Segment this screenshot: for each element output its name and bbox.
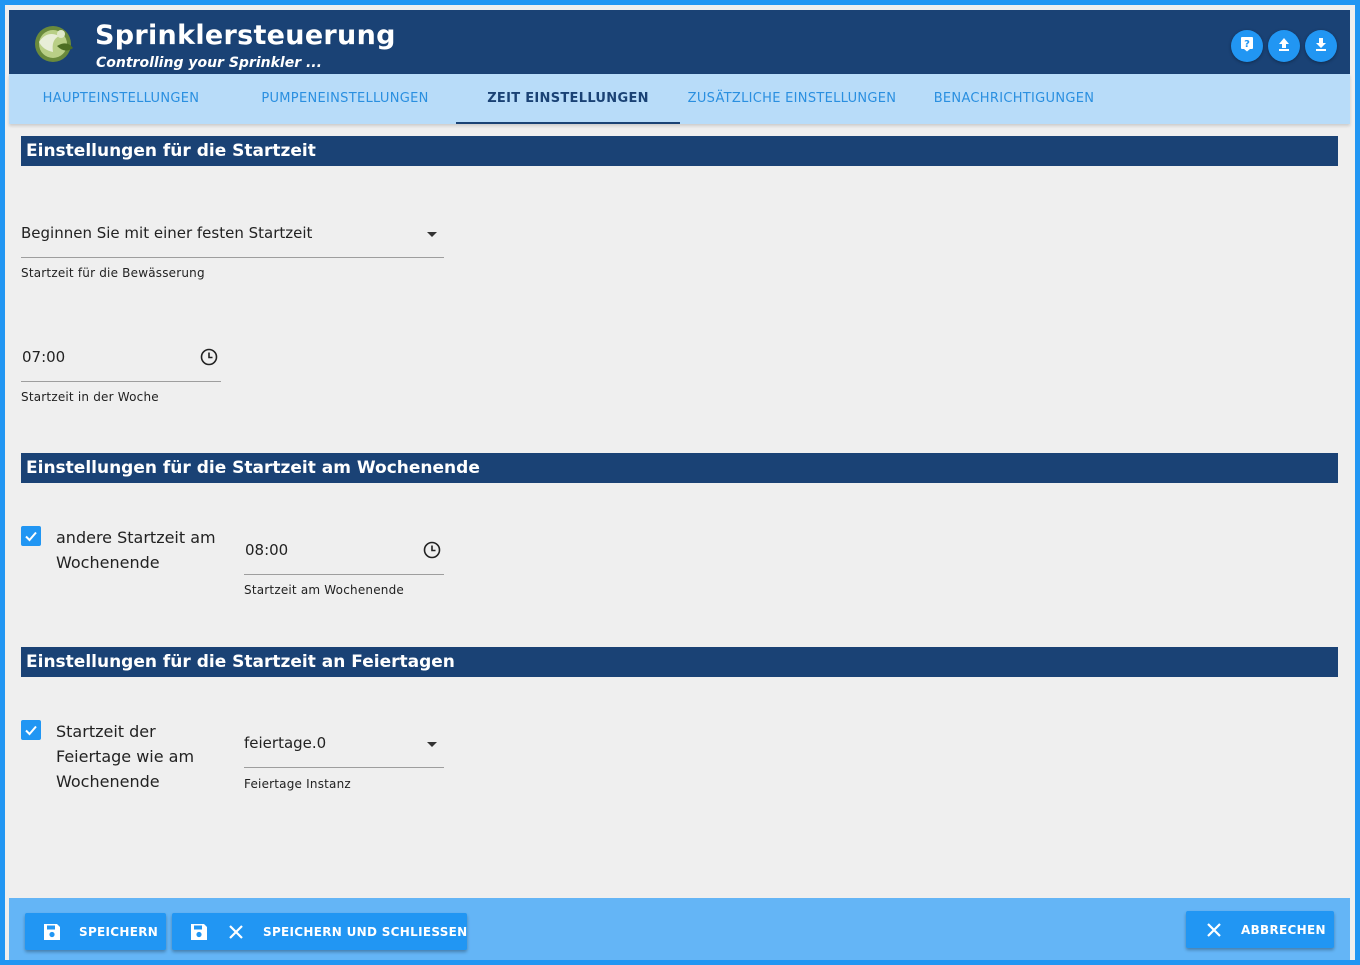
save-icon: [189, 922, 209, 942]
cancel-button[interactable]: ABBRECHEN: [1186, 911, 1334, 948]
tab-pump-settings[interactable]: PUMPENEINSTELLUNGEN: [233, 74, 457, 124]
download-button[interactable]: [1305, 30, 1337, 62]
tab-bar: HAUPTEINSTELLUNGEN PUMPENEINSTELLUNGEN Z…: [9, 74, 1350, 124]
week-start-time-helper: Startzeit in der Woche: [21, 390, 159, 404]
save-and-close-button[interactable]: SPEICHERN UND SCHLIESSEN: [172, 913, 467, 950]
section-title-holidays: Einstellungen für die Startzeit an Feier…: [21, 647, 1338, 677]
upload-button[interactable]: [1268, 30, 1300, 62]
save-button[interactable]: SPEICHERN: [25, 913, 166, 950]
holiday-checkbox-label-line1: Startzeit der: [56, 722, 156, 741]
upload-icon: [1276, 36, 1292, 56]
weekend-start-time-input[interactable]: 08:00: [244, 535, 444, 575]
svg-text:?: ?: [1244, 39, 1250, 50]
tab-time-settings[interactable]: ZEIT EINSTELLUNGEN: [456, 74, 680, 124]
close-icon: [227, 923, 245, 941]
holiday-instance-select[interactable]: feiertage.0: [244, 728, 444, 768]
weekend-checkbox-label-line2: Wochenende: [56, 553, 160, 572]
save-button-label: SPEICHERN: [79, 924, 159, 939]
holiday-instance-helper: Feiertage Instanz: [244, 777, 351, 791]
holiday-checkbox-label-line2: Feiertage wie am: [56, 747, 195, 766]
help-icon: ?: [1239, 36, 1255, 56]
tab-main-settings[interactable]: HAUPTEINSTELLUNGEN: [9, 74, 233, 124]
help-button[interactable]: ?: [1231, 30, 1263, 62]
chevron-down-icon: [427, 232, 437, 237]
checkmark-icon: [25, 531, 37, 542]
checkmark-icon: [25, 725, 37, 736]
section-title-start-time: Einstellungen für die Startzeit: [21, 136, 1338, 166]
chevron-down-icon: [427, 742, 437, 747]
close-icon: [1205, 921, 1223, 939]
holiday-like-weekend-checkbox[interactable]: [21, 720, 41, 740]
app-title: Sprinklersteuerung: [95, 20, 396, 51]
start-mode-select[interactable]: Beginnen Sie mit einer festen Startzeit: [21, 217, 444, 258]
save-icon: [42, 922, 62, 942]
cancel-button-label: ABBRECHEN: [1241, 922, 1326, 937]
tab-additional-settings[interactable]: ZUSÄTZLICHE EINSTELLUNGEN: [680, 74, 904, 124]
weekend-different-start-checkbox[interactable]: [21, 526, 41, 546]
start-mode-value: Beginnen Sie mit einer festen Startzeit: [21, 224, 313, 242]
footer-bar: SPEICHERN SPEICHERN UND SCHLIESSEN ABBRE…: [9, 898, 1350, 960]
clock-icon[interactable]: [200, 348, 218, 366]
week-start-time-value: 07:00: [22, 348, 66, 366]
weekend-checkbox-label[interactable]: andere Startzeit am Wochenende: [56, 525, 216, 575]
clock-icon[interactable]: [423, 541, 441, 559]
holiday-checkbox-label[interactable]: Startzeit der Feiertage wie am Wochenend…: [56, 719, 194, 794]
download-icon: [1313, 36, 1329, 56]
app-subtitle: Controlling your Sprinkler ...: [96, 55, 322, 71]
weekend-start-time-value: 08:00: [245, 541, 289, 559]
settings-dialog: Sprinklersteuerung Controlling your Spri…: [5, 5, 1355, 960]
start-mode-helper: Startzeit für die Bewässerung: [21, 266, 205, 280]
holiday-checkbox-label-line3: Wochenende: [56, 772, 160, 791]
holiday-instance-value: feiertage.0: [244, 734, 327, 752]
weekend-start-time-helper: Startzeit am Wochenende: [244, 583, 404, 597]
weekend-checkbox-label-line1: andere Startzeit am: [56, 528, 216, 547]
week-start-time-input[interactable]: 07:00: [21, 342, 221, 382]
sprinkler-logo-icon: [31, 22, 77, 64]
app-header: Sprinklersteuerung Controlling your Spri…: [9, 10, 1350, 74]
section-title-weekend: Einstellungen für die Startzeit am Woche…: [21, 453, 1338, 483]
tab-notifications[interactable]: BENACHRICHTIGUNGEN: [902, 74, 1126, 124]
save-and-close-button-label: SPEICHERN UND SCHLIESSEN: [263, 924, 468, 939]
